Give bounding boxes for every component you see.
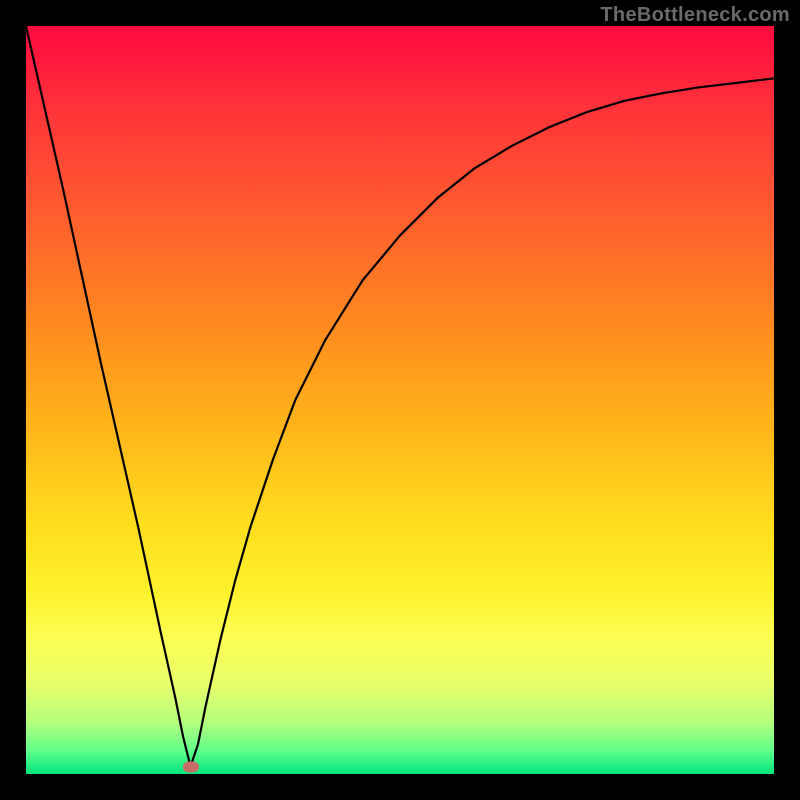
minimum-marker xyxy=(183,761,199,772)
chart-frame: TheBottleneck.com xyxy=(0,0,800,800)
watermark-text: TheBottleneck.com xyxy=(600,4,790,27)
bottleneck-curve xyxy=(26,26,774,774)
plot-area xyxy=(26,26,774,774)
